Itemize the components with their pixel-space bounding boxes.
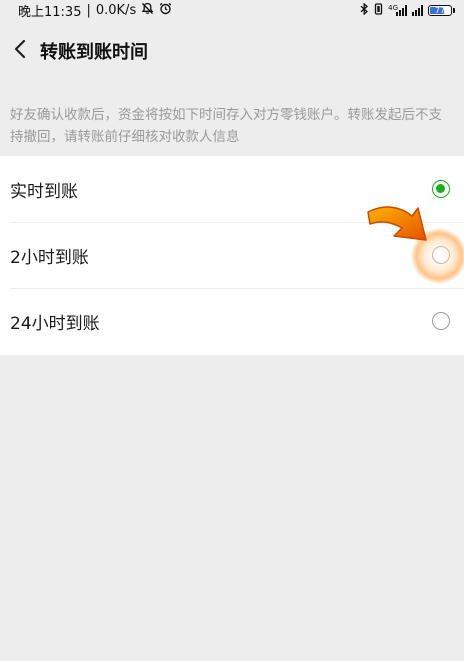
radio-button[interactable] bbox=[432, 180, 450, 198]
back-button[interactable] bbox=[0, 30, 40, 72]
status-right: 4G 77 bbox=[360, 2, 455, 18]
status-time: 晚上11:35 bbox=[18, 4, 82, 20]
nav-bar: 转账到账时间 bbox=[0, 30, 464, 72]
option-realtime[interactable]: 实时到账 bbox=[0, 156, 464, 222]
radio-button[interactable] bbox=[432, 246, 450, 264]
battery-icon: 77 bbox=[428, 4, 455, 16]
signal-icon: 4G bbox=[388, 3, 407, 16]
option-24-hours[interactable]: 24小时到账 bbox=[0, 288, 464, 354]
option-2-hours[interactable]: 2小时到账 bbox=[0, 222, 464, 288]
option-label: 2小时到账 bbox=[10, 247, 89, 268]
battery-level: 77 bbox=[434, 5, 446, 15]
page-title: 转账到账时间 bbox=[40, 42, 148, 63]
status-divider: | bbox=[86, 2, 91, 18]
options-list: 实时到账 2小时到账 24小时到账 bbox=[0, 156, 464, 355]
vibrate-icon bbox=[374, 2, 383, 18]
option-label: 实时到账 bbox=[10, 181, 78, 202]
alarm-icon bbox=[159, 2, 172, 18]
status-speed: 0.0K/s bbox=[95, 2, 137, 18]
status-bar: 晚上11:35 | 0.0K/s 4G 77 bbox=[0, 0, 464, 20]
mute-bell-icon bbox=[141, 2, 154, 18]
bluetooth-icon bbox=[360, 2, 369, 18]
option-label: 24小时到账 bbox=[10, 313, 100, 334]
status-left: 晚上11:35 | 0.0K/s bbox=[18, 1, 172, 20]
signal-icon-secondary bbox=[412, 4, 423, 16]
notice-text: 好友确认收款后，资金将按如下时间存入对方零钱账户。转账发起后不支持撤回，请转账前… bbox=[10, 107, 442, 145]
radio-button[interactable] bbox=[432, 312, 450, 330]
chevron-left-icon bbox=[13, 39, 27, 63]
network-badge: 4G bbox=[388, 3, 398, 12]
